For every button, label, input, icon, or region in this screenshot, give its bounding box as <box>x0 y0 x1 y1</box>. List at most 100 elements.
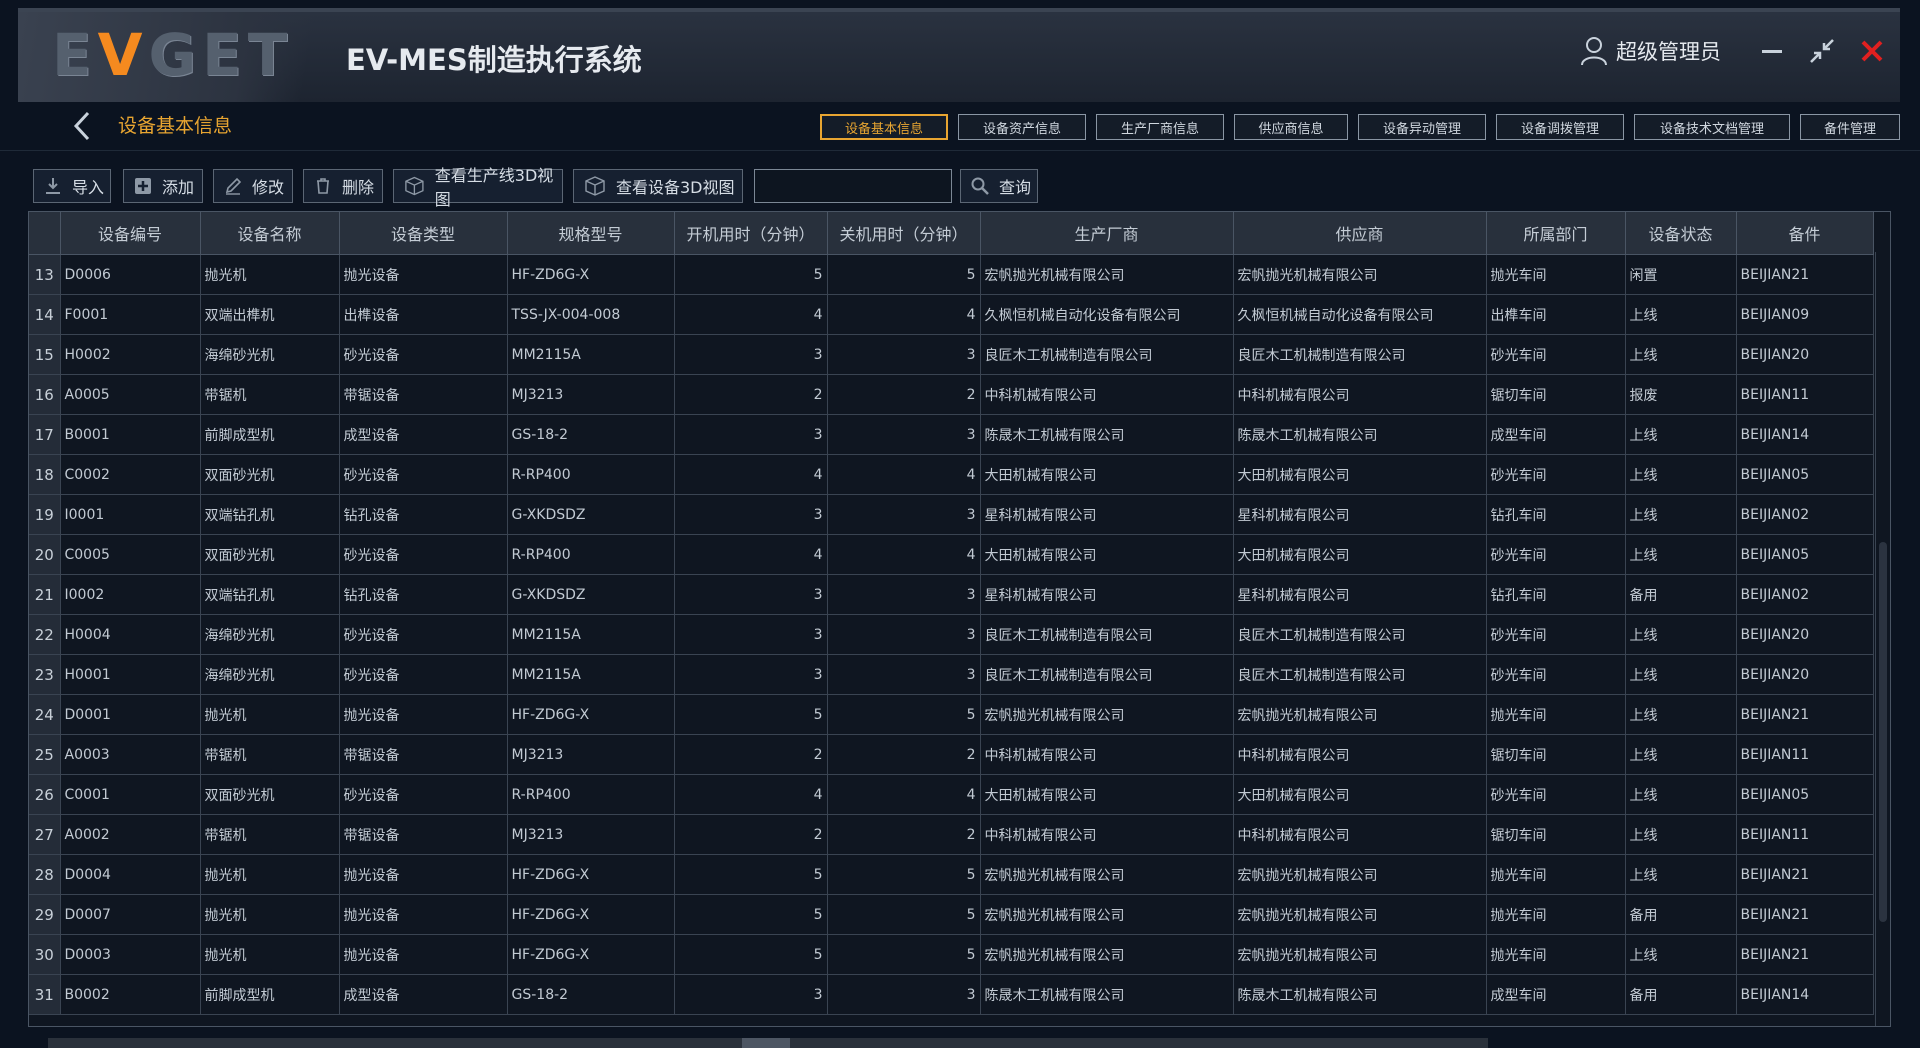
table-row[interactable]: 28 D0004 抛光机 抛光设备 HF-ZD6G-X 5 5 宏帆抛光机械有限公司 宏帆抛光机… <box>29 854 1874 895</box>
cell-supplier: 中科机械有限公司 <box>1233 734 1487 775</box>
tab-device-asset-info[interactable]: 设备资产信息 <box>958 114 1086 140</box>
cell-type: 砂光设备 <box>339 614 508 655</box>
import-button[interactable]: 导入 <box>33 169 111 203</box>
cell-on: 5 <box>674 894 828 935</box>
cell-part: BEIJIAN05 <box>1736 774 1874 815</box>
table-row[interactable]: 16 A0005 带锯机 带锯设备 MJ3213 2 2 中科机械有限公司 中科机械有限公司 锯切… <box>29 374 1874 415</box>
logo: EVGET <box>52 21 294 89</box>
tab-supplier-info[interactable]: 供应商信息 <box>1234 114 1348 140</box>
table-row[interactable]: 15 H0002 海绵砂光机 砂光设备 MM2115A 3 3 良匠木工机械制造有限公司 良匠木… <box>29 334 1874 375</box>
cell-status: 上线 <box>1625 494 1737 535</box>
tab-spare-parts-mgmt[interactable]: 备件管理 <box>1800 114 1900 140</box>
cell-part: BEIJIAN21 <box>1736 254 1874 295</box>
table-row[interactable]: 13 D0006 抛光机 抛光设备 HF-ZD6G-X 5 5 宏帆抛光机械有限公司 宏帆抛光机… <box>29 254 1874 295</box>
cell-part: BEIJIAN05 <box>1736 454 1874 495</box>
close-button[interactable] <box>1856 34 1888 68</box>
table-row[interactable]: 18 C0002 双面砂光机 砂光设备 R-RP400 4 4 大田机械有限公司 大田机械有限公… <box>29 454 1874 495</box>
vertical-scrollbar[interactable] <box>1875 252 1890 1026</box>
column-header[interactable]: 规格型号 <box>507 212 675 255</box>
table-row[interactable]: 24 D0001 抛光机 抛光设备 HF-ZD6G-X 5 5 宏帆抛光机械有限公司 宏帆抛光机… <box>29 694 1874 735</box>
table-row[interactable]: 31 B0002 前脚成型机 成型设备 GS-18-2 3 3 陈晟木工机械有限公司 陈晟木工机… <box>29 974 1874 1015</box>
cell-off: 5 <box>827 254 981 295</box>
cell-code: A0005 <box>60 374 201 415</box>
column-header[interactable]: 关机用时（分钟） <box>827 212 981 255</box>
table-row[interactable]: 29 D0007 抛光机 抛光设备 HF-ZD6G-X 5 5 宏帆抛光机械有限公司 宏帆抛光机… <box>29 894 1874 935</box>
cell-status: 上线 <box>1625 734 1737 775</box>
cell-on: 3 <box>674 974 828 1015</box>
cell-maker: 星科机械有限公司 <box>980 494 1234 535</box>
cell-dept: 成型车间 <box>1486 974 1626 1015</box>
table-row[interactable]: 30 D0003 抛光机 抛光设备 HF-ZD6G-X 5 5 宏帆抛光机械有限公司 宏帆抛光机… <box>29 934 1874 975</box>
edit-button[interactable]: 修改 <box>213 169 293 203</box>
column-header[interactable]: 生产厂商 <box>980 212 1234 255</box>
horizontal-scrollbar-thumb[interactable] <box>742 1038 790 1048</box>
tab-device-basic-info[interactable]: 设备基本信息 <box>820 114 948 140</box>
tab-manufacturer-info[interactable]: 生产厂商信息 <box>1096 114 1224 140</box>
table-row[interactable]: 14 F0001 双端出榫机 出榫设备 TSS-JX-004-008 4 4 久枫恒机械自动化… <box>29 294 1874 335</box>
column-header[interactable]: 设备名称 <box>200 212 340 255</box>
column-header[interactable]: 备件 <box>1736 212 1874 255</box>
cell-name: 抛光机 <box>200 694 340 735</box>
cell-on: 2 <box>674 814 828 855</box>
delete-button[interactable]: 删除 <box>303 169 383 203</box>
search-input[interactable] <box>754 169 952 203</box>
cell-idx: 20 <box>29 534 61 575</box>
query-button[interactable]: 查询 <box>960 169 1038 203</box>
horizontal-scrollbar[interactable] <box>48 1038 1488 1048</box>
cell-name: 海绵砂光机 <box>200 614 340 655</box>
cell-code: C0001 <box>60 774 201 815</box>
tab-device-change-mgmt[interactable]: 设备异动管理 <box>1358 114 1486 140</box>
cell-on: 3 <box>674 334 828 375</box>
cell-off: 2 <box>827 374 981 415</box>
cell-status: 上线 <box>1625 934 1737 975</box>
tab-tech-doc-mgmt[interactable]: 设备技术文档管理 <box>1634 114 1790 140</box>
cell-on: 3 <box>674 494 828 535</box>
tab-device-transfer-mgmt[interactable]: 设备调拨管理 <box>1496 114 1624 140</box>
cell-spec: R-RP400 <box>507 774 675 815</box>
minimize-button[interactable] <box>1756 34 1788 68</box>
column-header[interactable]: 供应商 <box>1233 212 1487 255</box>
view-device-3d-button[interactable]: 查看设备3D视图 <box>573 169 743 203</box>
column-header[interactable]: 设备类型 <box>339 212 508 255</box>
cell-dept: 砂光车间 <box>1486 654 1626 695</box>
table-row[interactable]: 21 I0002 双端钻孔机 钻孔设备 G-XKDSDZ 3 3 星科机械有限公司 星科机械有限… <box>29 574 1874 615</box>
cell-code: H0001 <box>60 654 201 695</box>
cell-spec: MM2115A <box>507 654 675 695</box>
cell-name: 海绵砂光机 <box>200 334 340 375</box>
cell-type: 砂光设备 <box>339 334 508 375</box>
back-button[interactable] <box>68 110 96 142</box>
table-row[interactable]: 19 I0001 双端钻孔机 钻孔设备 G-XKDSDZ 3 3 星科机械有限公司 星科机械有限… <box>29 494 1874 535</box>
table-row[interactable]: 22 H0004 海绵砂光机 砂光设备 MM2115A 3 3 良匠木工机械制造有限公司 良匠木… <box>29 614 1874 655</box>
user-menu[interactable]: 超级管理员 <box>1580 34 1721 68</box>
table-row[interactable]: 26 C0001 双面砂光机 砂光设备 R-RP400 4 4 大田机械有限公司 大田机械有限公… <box>29 774 1874 815</box>
cell-dept: 抛光车间 <box>1486 854 1626 895</box>
view-line-3d-button[interactable]: 查看生产线3D视图 <box>393 166 563 209</box>
cube-icon <box>405 176 424 196</box>
scrollbar-thumb[interactable] <box>1879 542 1887 922</box>
cell-dept: 钻孔车间 <box>1486 574 1626 615</box>
table-row[interactable]: 25 A0003 带锯机 带锯设备 MJ3213 2 2 中科机械有限公司 中科机械有限公司 锯切… <box>29 734 1874 775</box>
cell-dept: 砂光车间 <box>1486 534 1626 575</box>
cell-supplier: 陈晟木工机械有限公司 <box>1233 414 1487 455</box>
table-row[interactable]: 27 A0002 带锯机 带锯设备 MJ3213 2 2 中科机械有限公司 中科机械有限公司 锯切… <box>29 814 1874 855</box>
restore-button[interactable] <box>1806 34 1838 68</box>
cell-part: BEIJIAN14 <box>1736 974 1874 1015</box>
column-header[interactable]: 所属部门 <box>1486 212 1626 255</box>
cell-idx: 27 <box>29 814 61 855</box>
column-header[interactable]: 设备状态 <box>1625 212 1737 255</box>
cell-on: 3 <box>674 654 828 695</box>
cell-part: BEIJIAN20 <box>1736 614 1874 655</box>
cell-status: 上线 <box>1625 614 1737 655</box>
cell-type: 钻孔设备 <box>339 494 508 535</box>
cell-status: 上线 <box>1625 534 1737 575</box>
cell-code: F0001 <box>60 294 201 335</box>
table-row[interactable]: 17 B0001 前脚成型机 成型设备 GS-18-2 3 3 陈晟木工机械有限公司 陈晟木工机… <box>29 414 1874 455</box>
table-row[interactable]: 20 C0005 双面砂光机 砂光设备 R-RP400 4 4 大田机械有限公司 大田机械有限公… <box>29 534 1874 575</box>
cell-status: 上线 <box>1625 774 1737 815</box>
column-header[interactable]: 开机用时（分钟） <box>674 212 828 255</box>
table-row[interactable]: 23 H0001 海绵砂光机 砂光设备 MM2115A 3 3 良匠木工机械制造有限公司 良匠木… <box>29 654 1874 695</box>
restore-icon <box>1810 39 1834 63</box>
cell-part: BEIJIAN11 <box>1736 814 1874 855</box>
add-button[interactable]: 添加 <box>123 169 203 203</box>
column-header[interactable]: 设备编号 <box>60 212 201 255</box>
